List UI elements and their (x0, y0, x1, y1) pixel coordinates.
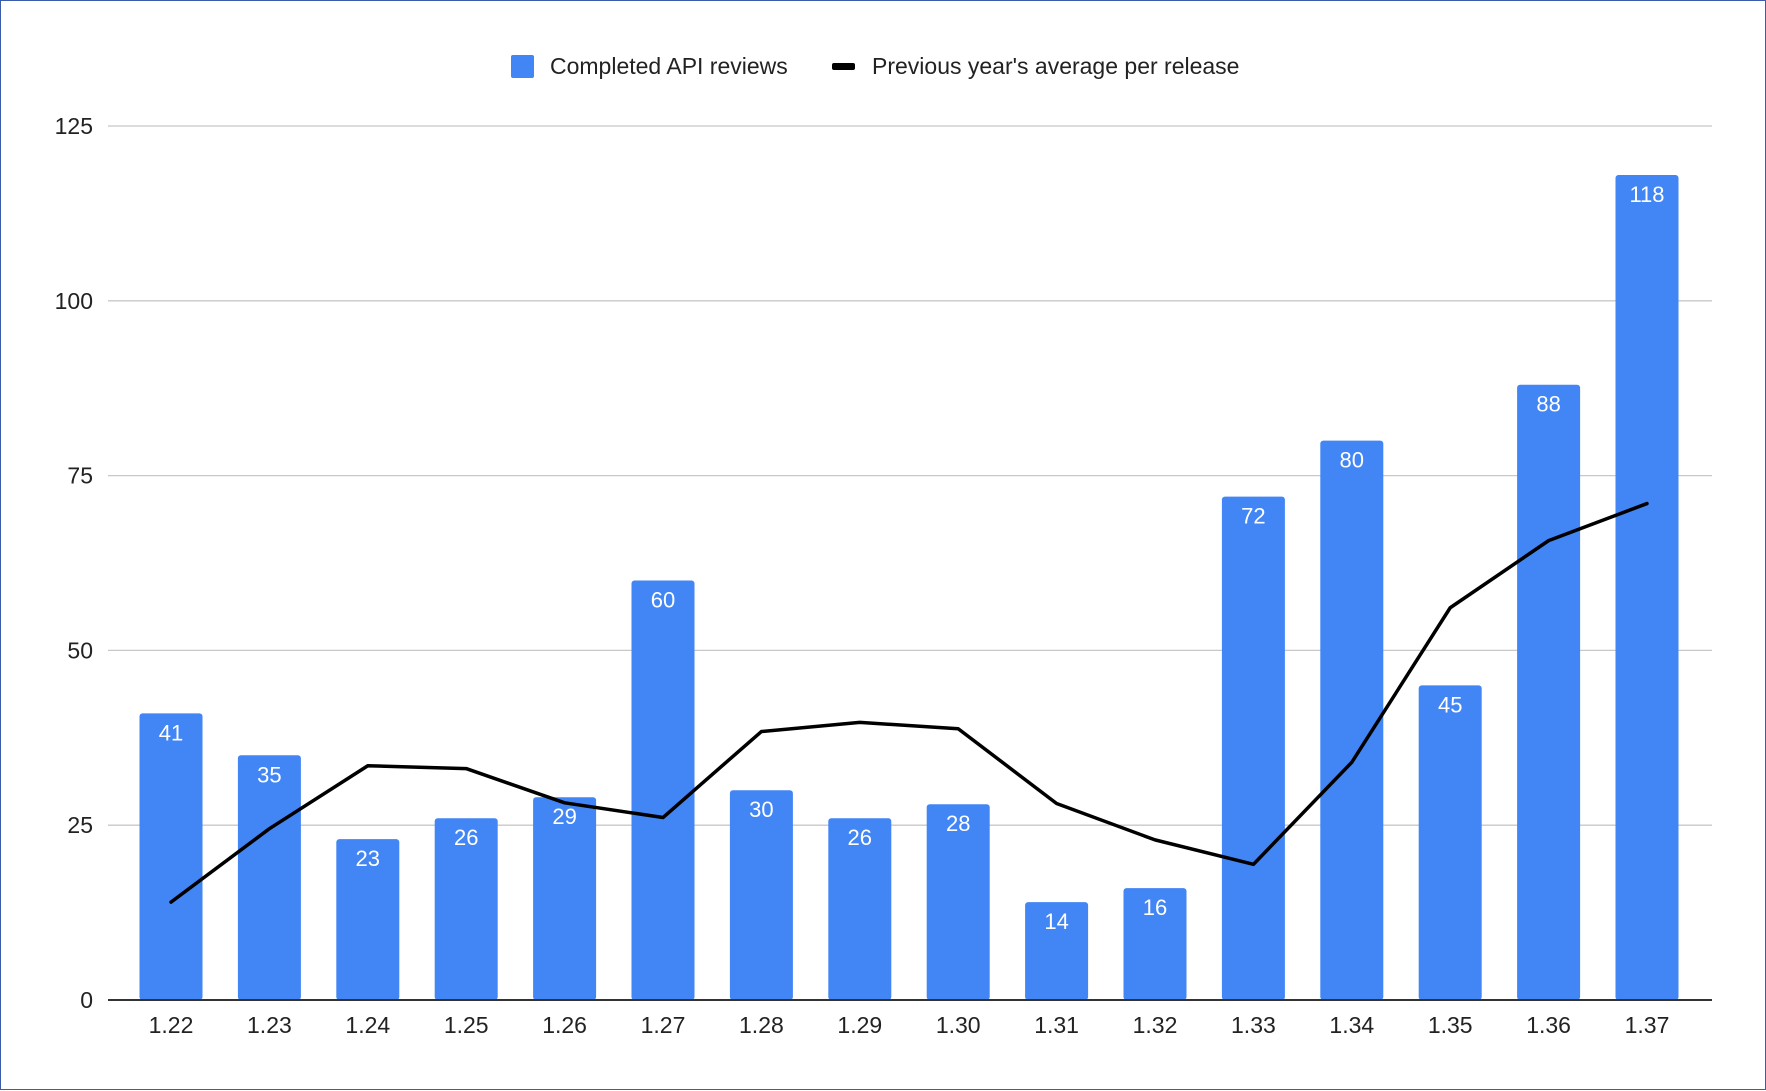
x-tick-label: 1.35 (1428, 1012, 1473, 1038)
x-tick-label: 1.31 (1034, 1012, 1079, 1038)
x-tick-label: 1.32 (1133, 1012, 1178, 1038)
chart-svg: 41 35 23 26 29 60 30 26 28 14 16 72 80 45 88 118 0 25 50 7… (55, 53, 1712, 1038)
bar-data-label: 26 (454, 825, 478, 850)
bar-data-label: 29 (552, 804, 576, 829)
y-tick-label: 100 (55, 288, 93, 314)
bar-data-label: 45 (1438, 692, 1462, 717)
y-tick-label: 125 (55, 113, 93, 139)
x-tick-label: 1.26 (542, 1012, 587, 1038)
x-tick-label: 1.24 (345, 1012, 390, 1038)
bar-data-label: 26 (848, 825, 872, 850)
bar-data-label: 28 (946, 811, 970, 836)
bar-data-label: 72 (1241, 504, 1265, 529)
bar (237, 755, 301, 1000)
x-tick-label: 1.37 (1625, 1012, 1670, 1038)
bar-data-label: 118 (1629, 182, 1664, 207)
bar-data-label: 14 (1044, 909, 1068, 934)
bar (631, 580, 695, 1000)
bar-data-label: 80 (1340, 448, 1364, 473)
x-tick-label: 1.36 (1526, 1012, 1571, 1038)
x-axis-ticks: 1.22 1.23 1.24 1.25 1.26 1.27 1.28 1.29 1.30 1.31… (149, 1012, 1670, 1038)
bar (1615, 174, 1679, 1001)
y-tick-label: 25 (67, 812, 93, 838)
bar-series (139, 174, 1679, 1001)
bar (139, 713, 203, 1000)
y-axis-ticks: 0 25 50 75 100 125 (55, 113, 93, 1013)
bar (1517, 384, 1581, 1001)
x-tick-label: 1.27 (641, 1012, 686, 1038)
y-tick-label: 50 (67, 637, 93, 663)
legend: Completed API reviews Previous year's av… (511, 53, 1239, 79)
y-tick-label: 75 (67, 463, 93, 489)
bar (1418, 685, 1482, 1000)
x-tick-label: 1.30 (936, 1012, 981, 1038)
x-tick-label: 1.23 (247, 1012, 292, 1038)
legend-label-line: Previous year's average per release (872, 53, 1239, 79)
bar-data-label: 23 (356, 846, 380, 871)
legend-label-bars: Completed API reviews (550, 53, 788, 79)
x-tick-label: 1.29 (837, 1012, 882, 1038)
bar (1320, 440, 1384, 1000)
bar-data-label: 16 (1143, 895, 1167, 920)
x-tick-label: 1.25 (444, 1012, 489, 1038)
y-tick-label: 0 (80, 987, 93, 1013)
legend-swatch-bars (511, 55, 534, 78)
bar (1221, 496, 1285, 1000)
bar-data-label: 30 (749, 797, 773, 822)
x-tick-label: 1.34 (1329, 1012, 1374, 1038)
legend-swatch-line (832, 63, 855, 70)
chart-frame: 41 35 23 26 29 60 30 26 28 14 16 72 80 45 88 118 0 25 50 7… (0, 0, 1766, 1090)
bar-data-label: 60 (651, 587, 675, 612)
x-tick-label: 1.33 (1231, 1012, 1276, 1038)
bar-data-label: 41 (159, 720, 183, 745)
bar-data-label: 88 (1536, 392, 1560, 417)
x-tick-label: 1.28 (739, 1012, 784, 1038)
x-tick-label: 1.22 (149, 1012, 194, 1038)
bar-data-label: 35 (257, 762, 281, 787)
